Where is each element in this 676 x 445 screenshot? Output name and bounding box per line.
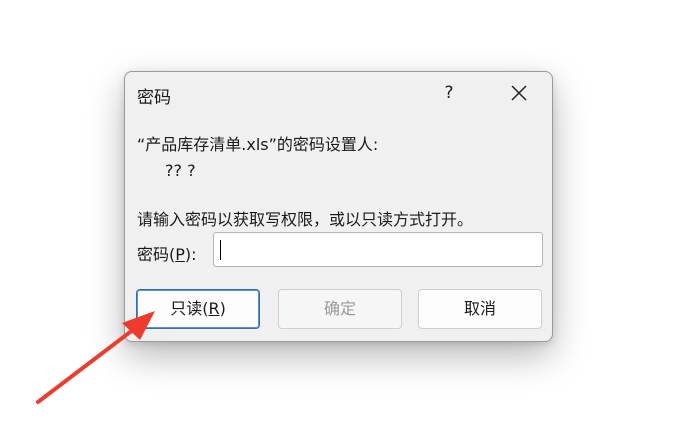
password-label-accesskey: P xyxy=(175,245,185,264)
cancel-button[interactable]: 取消 xyxy=(418,289,542,329)
text-caret xyxy=(220,240,221,260)
password-dialog: 密码 ? “产品库存清单.xls”的密码设置人: ?? ? 请输入密码以获取写权… xyxy=(124,71,553,342)
close-icon xyxy=(511,85,527,101)
password-label-prefix: 密码( xyxy=(137,245,176,264)
password-input[interactable] xyxy=(213,232,543,267)
title-bar: 密码 ? xyxy=(125,72,552,114)
read-only-prefix: 只读( xyxy=(170,299,209,318)
read-only-button[interactable]: 只读(R) xyxy=(136,289,260,329)
message-instruction: 请输入密码以获取写权限，或以只读方式打开。 xyxy=(137,210,474,229)
dialog-title: 密码 xyxy=(137,88,171,108)
read-only-accesskey: R xyxy=(208,299,220,318)
password-label: 密码(P): xyxy=(137,241,197,265)
read-only-suffix: ) xyxy=(219,299,226,318)
help-button[interactable]: ? xyxy=(435,78,463,108)
password-label-suffix: ): xyxy=(184,245,197,264)
message-file-owner: “产品库存清单.xls”的密码设置人: xyxy=(137,135,379,154)
message-owner-name: ?? ? xyxy=(165,161,196,180)
screen: 密码 ? “产品库存清单.xls”的密码设置人: ?? ? 请输入密码以获取写权… xyxy=(0,0,676,445)
close-button[interactable] xyxy=(500,78,538,108)
ok-button[interactable]: 确定 xyxy=(278,289,402,329)
